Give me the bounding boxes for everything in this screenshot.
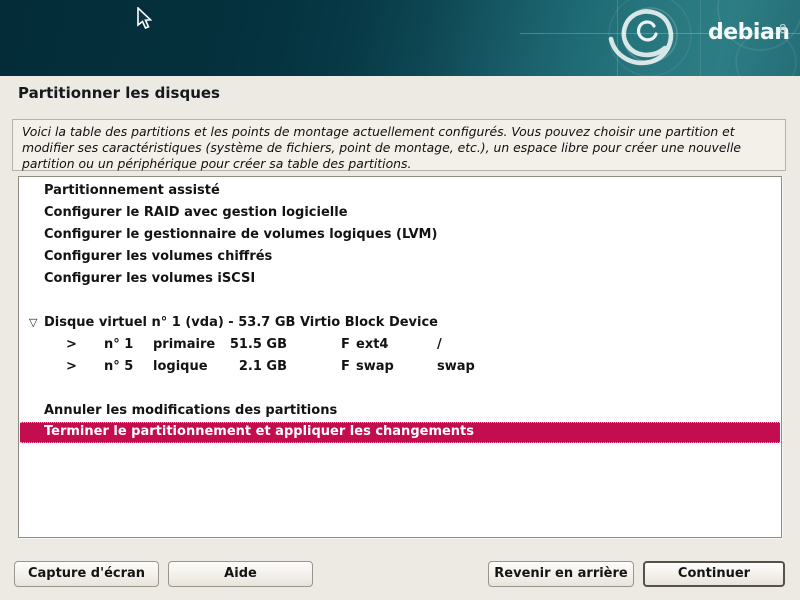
partition-number: n° 1 (104, 337, 133, 352)
debian-version: 8 (779, 22, 787, 36)
disk-label: Disque virtuel n° 1 (vda) - 53.7 GB Virt… (44, 315, 438, 330)
banner: debian 8 (0, 0, 800, 76)
partition-marker: > (66, 337, 77, 352)
list-item-partition-5[interactable]: > n° 5 logique 2.1 GB F swap swap (20, 357, 780, 378)
description-text: Voici la table des partitions et les poi… (22, 124, 776, 172)
partition-mountpoint: / (437, 337, 442, 352)
partition-size: 2.1 GB (205, 359, 287, 374)
partition-number: n° 5 (104, 359, 133, 374)
description-box: Voici la table des partitions et les poi… (12, 119, 786, 171)
list-item-configure-encrypted[interactable]: Configurer les volumes chiffrés (20, 247, 780, 268)
help-button[interactable]: Aide (168, 561, 313, 587)
partition-flag: F (341, 337, 350, 352)
partition-list: Partitionnement assisté Configurer le RA… (18, 176, 782, 538)
screenshot-button[interactable]: Capture d'écran (14, 561, 159, 587)
list-item-guided-partitioning[interactable]: Partitionnement assisté (20, 181, 780, 202)
list-item-undo-changes[interactable]: Annuler les modifications des partitions (20, 401, 780, 422)
partition-size: 51.5 GB (205, 337, 287, 352)
mouse-cursor (137, 7, 153, 31)
partition-filesystem: ext4 (356, 337, 388, 352)
partition-filesystem: swap (356, 359, 394, 374)
partition-flag: F (341, 359, 350, 374)
list-item-configure-raid[interactable]: Configurer le RAID avec gestion logiciel… (20, 203, 780, 224)
go-back-button[interactable]: Revenir en arrière (488, 561, 634, 587)
continue-button[interactable]: Continuer (643, 561, 785, 587)
partition-mountpoint: swap (437, 359, 475, 374)
list-item-configure-lvm[interactable]: Configurer le gestionnaire de volumes lo… (20, 225, 780, 246)
expander-down-icon[interactable]: ▽ (29, 316, 37, 329)
debian-wordmark: debian (708, 20, 789, 45)
list-item-finish-partitioning[interactable]: Terminer le partitionnement et appliquer… (20, 422, 780, 443)
list-item-partition-1[interactable]: > n° 1 primaire 51.5 GB F ext4 / (20, 335, 780, 356)
partition-type: logique (153, 359, 208, 374)
list-item-configure-iscsi[interactable]: Configurer les volumes iSCSI (20, 269, 780, 290)
list-item-disk-header[interactable]: ▽ Disque virtuel n° 1 (vda) - 53.7 GB Vi… (20, 313, 780, 334)
partition-marker: > (66, 359, 77, 374)
page-title: Partitionner les disques (18, 84, 220, 102)
